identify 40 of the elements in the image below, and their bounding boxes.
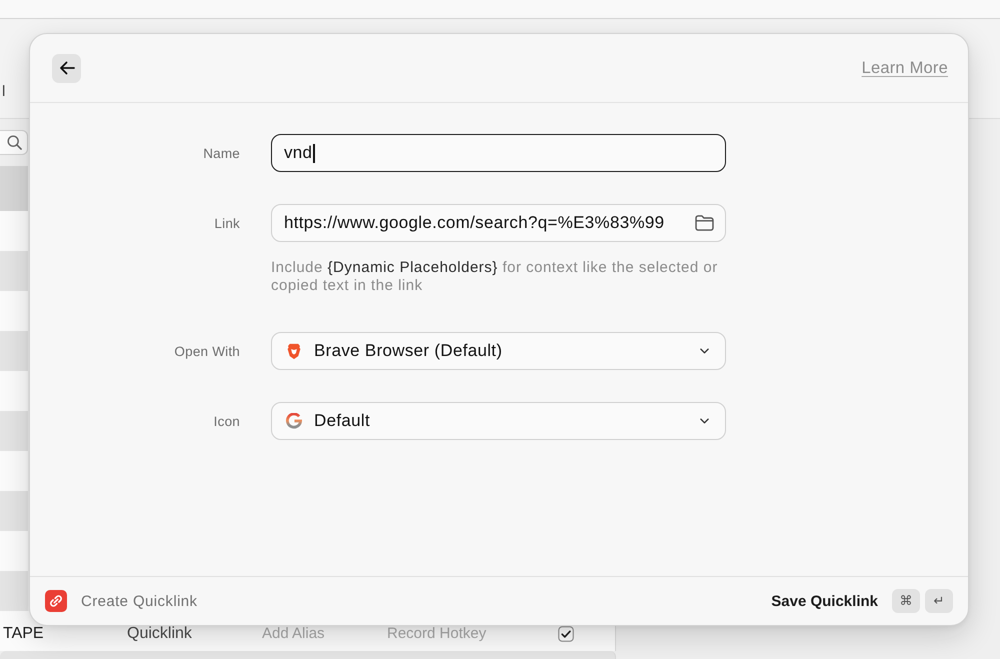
- text-cursor-icon: [313, 144, 315, 162]
- list-row[interactable]: [0, 291, 28, 331]
- list-row[interactable]: [0, 451, 28, 491]
- field-label: Name: [203, 146, 240, 160]
- url-field[interactable]: https://www.google.com/search?q=%E3%83%99: [271, 204, 726, 242]
- shortcut-key: ⌘: [892, 589, 920, 613]
- list-row[interactable]: [0, 371, 28, 411]
- dropdown[interactable]: Default: [271, 402, 726, 440]
- chevron-down-icon: [700, 418, 709, 424]
- list-row[interactable]: [0, 251, 28, 291]
- search-field[interactable]: [0, 130, 28, 155]
- search-icon: [7, 135, 22, 150]
- list-row[interactable]: [0, 166, 28, 211]
- field-label: Open With: [174, 344, 240, 358]
- list-row[interactable]: [0, 331, 28, 371]
- table-cell-text: Quicklink: [127, 626, 193, 642]
- shortcut-key: ↵: [925, 589, 953, 613]
- table-cell-text: TAPE: [3, 626, 45, 642]
- g-icon: [286, 413, 302, 429]
- shield-icon: [286, 342, 302, 360]
- link-icon: [45, 590, 67, 612]
- field-label: Link: [214, 216, 240, 230]
- chevron-down-icon: [700, 348, 709, 354]
- list-row[interactable]: [0, 651, 616, 659]
- back-button[interactable]: [52, 54, 81, 82]
- list-row[interactable]: [0, 411, 28, 451]
- text-field[interactable]: vnd: [271, 134, 726, 172]
- list-row[interactable]: [0, 211, 28, 251]
- list-row[interactable]: [0, 531, 28, 571]
- text-fragment: l: [2, 84, 6, 100]
- save-button[interactable]: Save Quicklink: [771, 592, 878, 610]
- folder-icon[interactable]: [695, 215, 714, 231]
- footer-title: Create Quicklink: [81, 592, 198, 610]
- list-row[interactable]: [0, 491, 28, 531]
- left-arrow-icon: [58, 61, 74, 75]
- list-row[interactable]: [0, 571, 28, 611]
- dropdown[interactable]: Brave Browser (Default): [271, 332, 726, 370]
- checkbox[interactable]: [558, 626, 574, 642]
- hint-text: Include {Dynamic Placeholders} for context like the selected or copied text in the link: [271, 259, 719, 295]
- field-label: Icon: [214, 414, 240, 428]
